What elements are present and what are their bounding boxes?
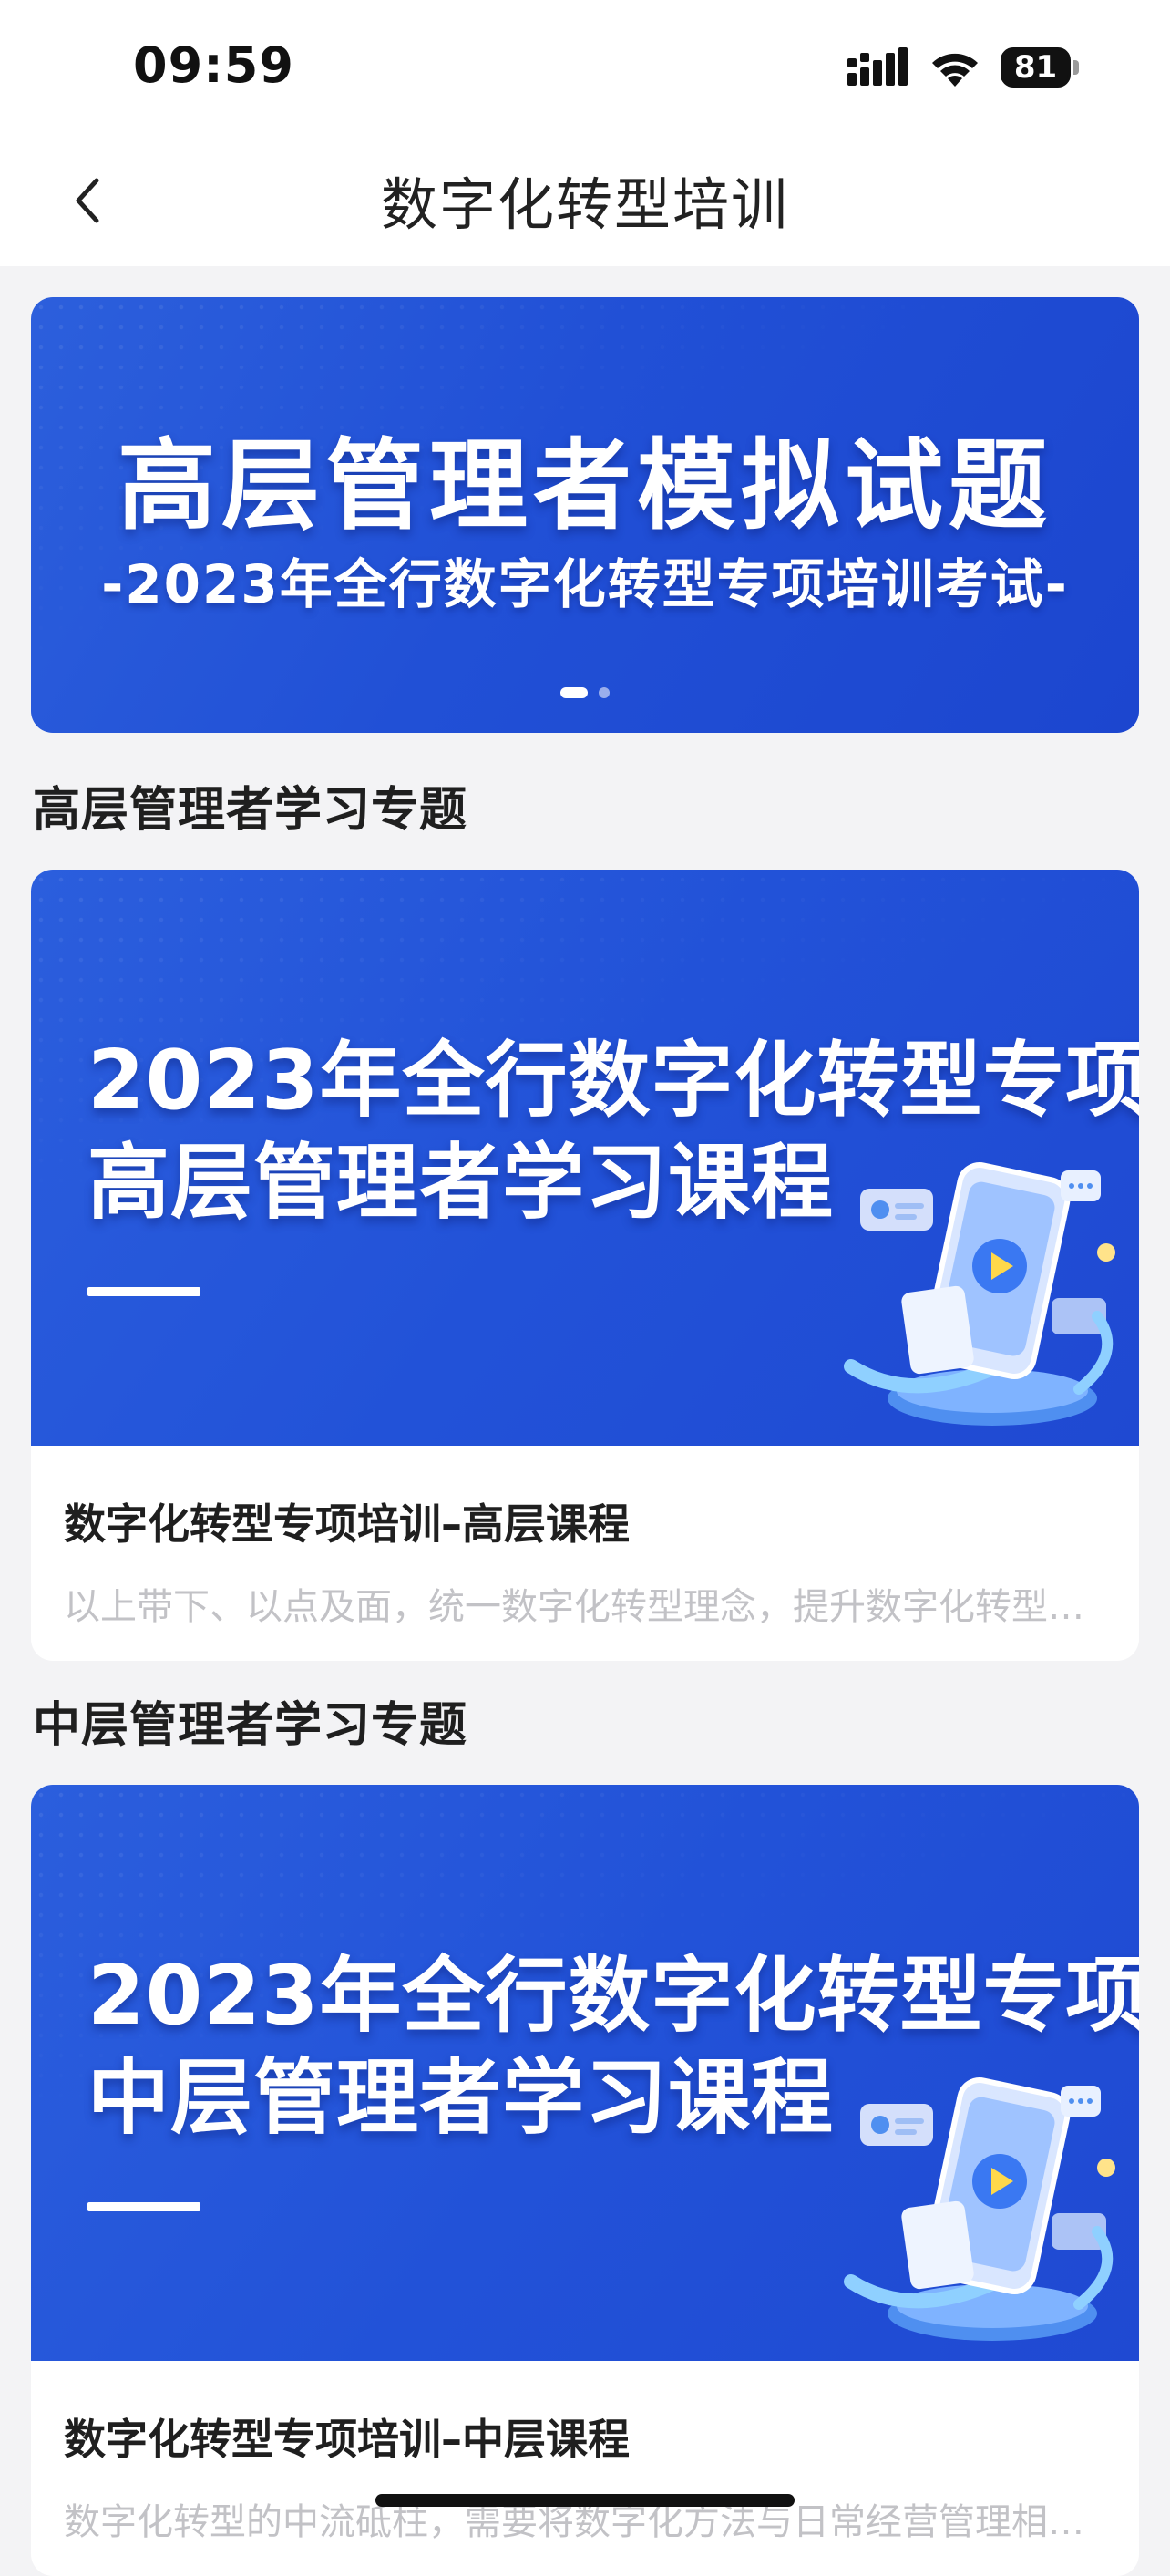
- course-card-senior[interactable]: 2023年全行数字化转型专项培训 高层管理者学习课程 数字化转型专项培训–高层课…: [31, 870, 1139, 1661]
- cover-title-line1: 2023年全行数字化转型专项培训: [87, 1948, 1139, 2044]
- status-icons: 81: [847, 44, 1079, 91]
- status-time: 09:59: [133, 36, 294, 94]
- cover-title-line1: 2023年全行数字化转型专项培训: [87, 1033, 1139, 1128]
- course-description: 以上带下、以点及面，统一数字化转型理念，提升数字化转型领导力: [64, 1586, 1106, 1628]
- wifi-icon: [932, 53, 978, 87]
- cover-title-line2: 中层管理者学习课程: [87, 2050, 834, 2146]
- phone-play-illustration: [844, 1162, 1115, 1426]
- carousel-dot-active: [560, 687, 588, 698]
- section-title-senior: 高层管理者学习专题: [33, 783, 468, 838]
- battery-level: 81: [1001, 47, 1072, 88]
- course-cover: 2023年全行数字化转型专项培训 高层管理者学习课程: [31, 870, 1139, 1446]
- banner-carousel[interactable]: 高层管理者模拟试题 -2023年全行数字化转型专项培训考试-: [31, 297, 1139, 733]
- carousel-indicator: [31, 687, 1139, 698]
- page-title: 数字化转型培训: [380, 171, 789, 238]
- phone-play-illustration: [844, 2077, 1115, 2341]
- course-cover: 2023年全行数字化转型专项培训 中层管理者学习课程: [31, 1785, 1139, 2361]
- battery-icon: 81: [1001, 47, 1079, 88]
- course-card-middle[interactable]: 2023年全行数字化转型专项培训 中层管理者学习课程 数字化转型专项培训–中层课…: [31, 1785, 1139, 2576]
- cellular-signal-icon: [847, 47, 908, 86]
- section-title-middle: 中层管理者学习专题: [33, 1698, 468, 1753]
- home-indicator: [375, 2494, 795, 2507]
- course-name: 数字化转型专项培训–高层课程: [64, 1499, 630, 1549]
- banner-subtitle: -2023年全行数字化转型专项培训考试-: [101, 553, 1069, 615]
- carousel-dot: [599, 687, 610, 698]
- cover-divider: [87, 2202, 200, 2211]
- status-bar: 09:59 81: [0, 0, 1170, 137]
- battery-cap: [1073, 60, 1079, 75]
- cover-title-line2: 高层管理者学习课程: [87, 1135, 834, 1231]
- banner-title: 高层管理者模拟试题: [117, 429, 1052, 543]
- course-info: 数字化转型专项培训–中层课程 数字化转型的中流砥柱，需要将数字化方法与日常经营管…: [31, 2361, 1139, 2576]
- course-name: 数字化转型专项培训–中层课程: [64, 2415, 630, 2464]
- nav-bar: 数字化转型培训: [0, 137, 1170, 266]
- cover-divider: [87, 1287, 200, 1296]
- course-info: 数字化转型专项培训–高层课程 以上带下、以点及面，统一数字化转型理念，提升数字化…: [31, 1446, 1139, 1661]
